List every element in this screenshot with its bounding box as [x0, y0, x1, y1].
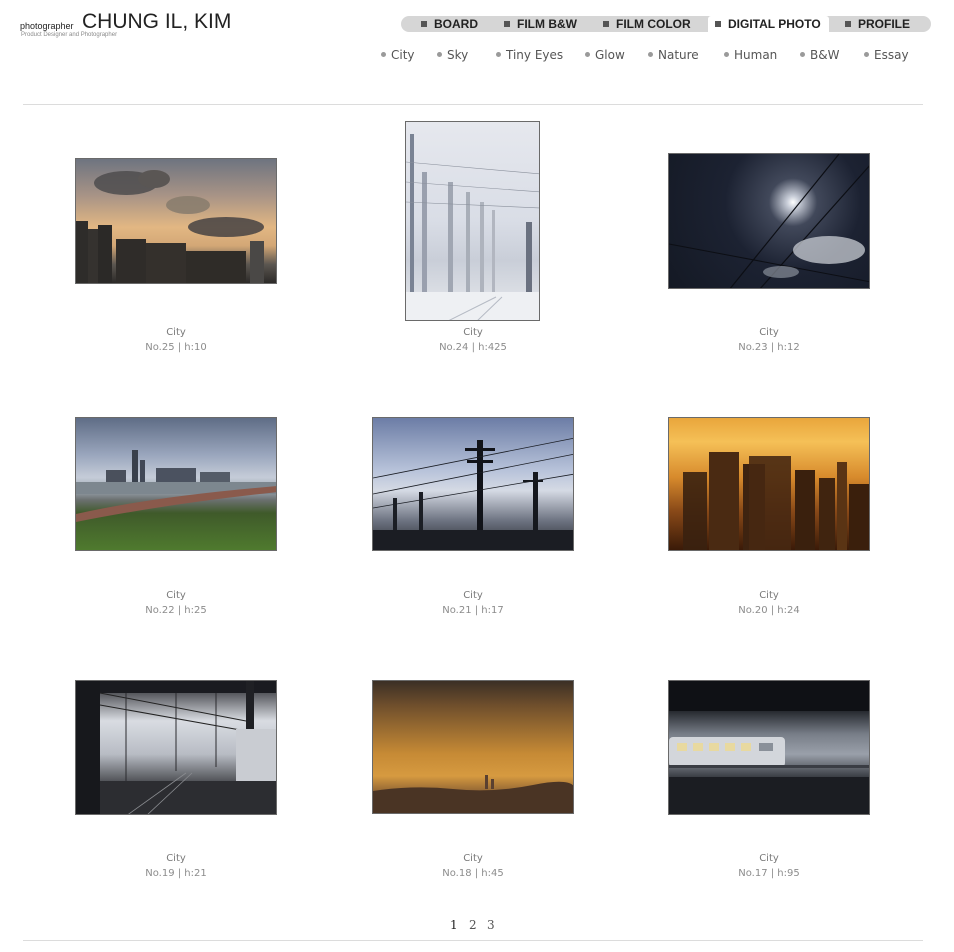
subnav-tiny-eyes[interactable]: Tiny Eyes: [496, 48, 563, 62]
power-lines-silhouette-image: [373, 437, 573, 550]
nav-board-label: BOARD: [434, 17, 478, 31]
photo-thumbnail[interactable]: [75, 158, 277, 284]
photo-category: City: [463, 327, 483, 338]
golden-haze-horizon-image: [373, 775, 573, 813]
nav-profile-label: PROFILE: [858, 17, 911, 31]
photo-meta: No.23 | h:12: [738, 342, 800, 353]
nav-board[interactable]: BOARD: [421, 16, 478, 32]
photo-meta: No.17 | h:95: [738, 868, 800, 879]
photo-thumbnail[interactable]: [668, 153, 870, 289]
photo-caption: City No.17 | h:95: [669, 851, 869, 881]
subnav-sky-label: Sky: [447, 48, 469, 62]
photo-thumbnail[interactable]: [372, 417, 574, 551]
subnav-essay[interactable]: Essay: [864, 48, 909, 62]
railway-truss-image: [76, 681, 276, 814]
header-divider: [23, 104, 923, 105]
photo-category: City: [759, 590, 779, 601]
page-1-link[interactable]: 1: [450, 918, 458, 932]
subnav-glow[interactable]: Glow: [585, 48, 625, 62]
photo-category: City: [759, 853, 779, 864]
nav-film-color-label: FILM COLOR: [616, 17, 691, 31]
bullet-square-icon: [504, 21, 510, 27]
photo-meta: No.22 | h:25: [145, 605, 207, 616]
bullet-dot-icon: [381, 52, 386, 57]
photo-thumbnail[interactable]: [405, 121, 540, 321]
subnav-human-label: Human: [734, 48, 778, 62]
golden-skyline-image: [683, 452, 869, 550]
photo-thumbnail[interactable]: [75, 680, 277, 815]
subnav-city-label: City: [391, 48, 415, 62]
page-2-link[interactable]: 2: [469, 918, 477, 932]
photo-caption: City No.22 | h:25: [76, 588, 276, 618]
city-sunset-clouds-image: [76, 170, 264, 283]
subnav-nature[interactable]: Nature: [648, 48, 699, 62]
bullet-dot-icon: [648, 52, 653, 57]
subnav-human[interactable]: Human: [724, 48, 777, 62]
bullet-dot-icon: [724, 52, 729, 57]
photo-meta: No.21 | h:17: [442, 605, 504, 616]
photo-category: City: [166, 590, 186, 601]
subnav-city[interactable]: City: [381, 48, 415, 62]
nav-film-bw[interactable]: FILM B&W: [504, 16, 577, 32]
nav-profile[interactable]: PROFILE: [845, 16, 910, 32]
bullet-dot-icon: [496, 52, 501, 57]
subnav-sky[interactable]: Sky: [437, 48, 468, 62]
photo-category: City: [166, 853, 186, 864]
bullet-square-icon: [715, 21, 721, 27]
river-skyline-image: [76, 450, 276, 522]
photo-caption: City No.18 | h:45: [373, 851, 573, 881]
photo-caption: City No.24 | h:425: [373, 325, 573, 355]
nav-film-bw-label: FILM B&W: [517, 17, 577, 31]
photo-thumbnail[interactable]: [668, 680, 870, 815]
logo-label: photographer: [20, 21, 74, 31]
photo-category: City: [166, 327, 186, 338]
photo-meta: No.25 | h:10: [145, 342, 207, 353]
bullet-square-icon: [603, 21, 609, 27]
nav-digital-photo[interactable]: DIGITAL PHOTO: [708, 16, 829, 33]
passing-train-image: [669, 681, 869, 814]
photo-category: City: [463, 590, 483, 601]
subnav-tiny-eyes-label: Tiny Eyes: [506, 48, 564, 62]
photo-category: City: [759, 327, 779, 338]
subnav-bw[interactable]: B&W: [800, 48, 839, 62]
photo-meta: No.24 | h:425: [439, 342, 507, 353]
logo-tagline: Product Designer and Photographer: [21, 32, 118, 38]
bullet-square-icon: [421, 21, 427, 27]
bullet-square-icon: [845, 21, 851, 27]
photo-meta: No.19 | h:21: [145, 868, 207, 879]
photo-caption: City No.20 | h:24: [669, 588, 869, 618]
logo-name: CHUNG IL, KIM: [82, 10, 232, 33]
nav-digital-photo-label: DIGITAL PHOTO: [728, 17, 821, 31]
subnav-nature-label: Nature: [658, 48, 699, 62]
photo-caption: City No.25 | h:10: [76, 325, 276, 355]
photo-caption: City No.19 | h:21: [76, 851, 276, 881]
subnav-glow-label: Glow: [595, 48, 625, 62]
photo-thumbnail[interactable]: [75, 417, 277, 551]
bullet-dot-icon: [864, 52, 869, 57]
snowy-rail-poles-image: [406, 134, 539, 320]
photo-thumbnail[interactable]: [372, 680, 574, 814]
bullet-dot-icon: [437, 52, 442, 57]
bullet-dot-icon: [585, 52, 590, 57]
nav-film-color[interactable]: FILM COLOR: [603, 16, 691, 32]
main-nav: BOARD FILM B&W FILM COLOR DIGITAL PHOTO …: [401, 16, 931, 33]
photo-caption: City No.23 | h:12: [669, 325, 869, 355]
photo-meta: No.18 | h:45: [442, 868, 504, 879]
photo-category: City: [463, 853, 483, 864]
night-sky-wires-image: [669, 154, 869, 288]
page-3-link[interactable]: 3: [487, 918, 495, 932]
subnav-bw-label: B&W: [810, 48, 840, 62]
photo-thumbnail[interactable]: [668, 417, 870, 551]
photo-meta: No.20 | h:24: [738, 605, 800, 616]
photo-caption: City No.21 | h:17: [373, 588, 573, 618]
subnav-essay-label: Essay: [874, 48, 909, 62]
footer-divider: [23, 940, 923, 941]
bullet-dot-icon: [800, 52, 805, 57]
